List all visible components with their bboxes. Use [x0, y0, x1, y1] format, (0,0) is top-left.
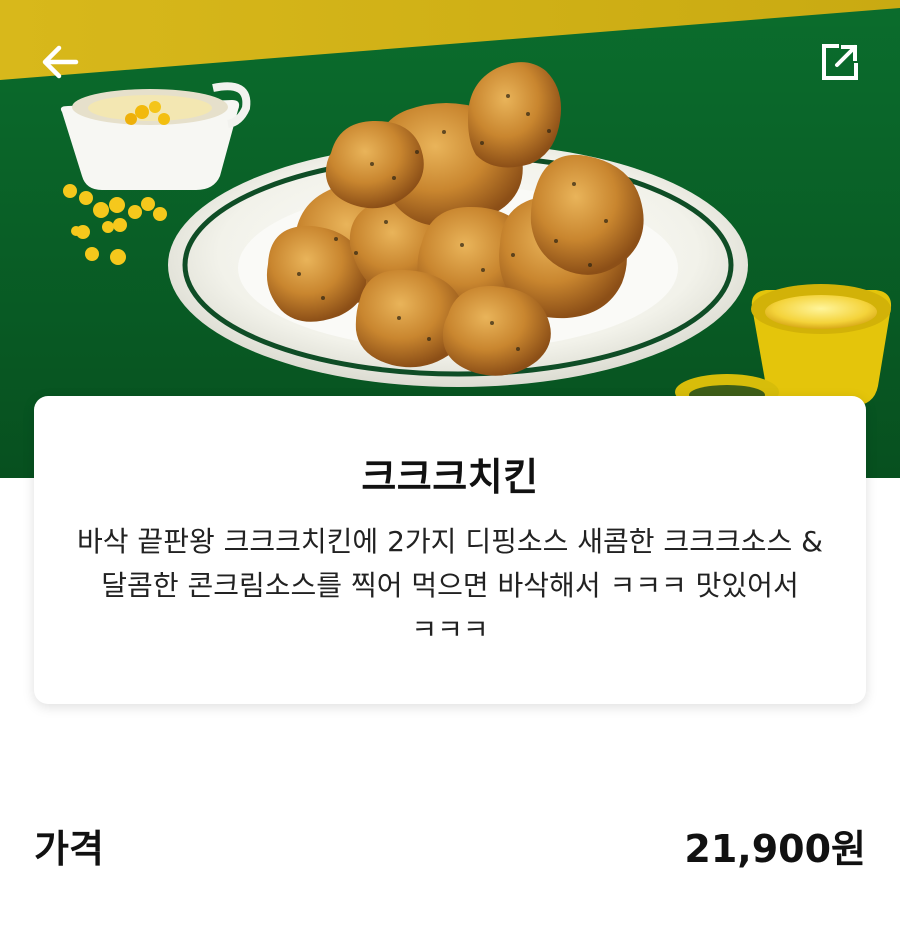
back-button[interactable]	[32, 34, 88, 90]
product-info-card: 크크크치킨 바삭 끝판왕 크크크치킨에 2가지 디핑소스 새콤한 크크크소스 &…	[34, 396, 866, 704]
share-icon	[822, 44, 858, 80]
product-detail-screen: 크크크치킨 바삭 끝판왕 크크크치킨에 2가지 디핑소스 새콤한 크크크소스 &…	[0, 0, 900, 926]
price-row: 가격 21,900원	[34, 823, 866, 875]
corn-bowl	[60, 82, 251, 190]
price-value: 21,900원	[684, 827, 866, 871]
price-label: 가격	[34, 827, 104, 871]
share-button[interactable]	[812, 34, 868, 90]
product-description: 바삭 끝판왕 크크크치킨에 2가지 디핑소스 새콤한 크크크소스 & 달콤한 콘…	[77, 525, 823, 646]
back-arrow-icon	[42, 45, 79, 79]
product-title: 크크크치킨	[361, 455, 539, 499]
